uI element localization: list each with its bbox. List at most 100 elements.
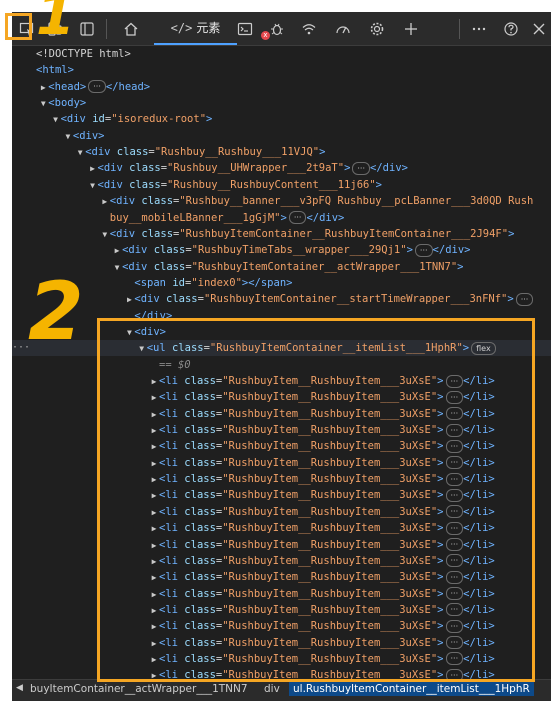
attribute-name: class xyxy=(141,227,174,240)
attribute-name: class xyxy=(141,195,174,208)
tag-token: <html> xyxy=(36,64,74,77)
dom-node-row[interactable]: ▶ <div class="Rushbuy__banner___v3pFQ Rus… xyxy=(12,193,551,209)
tag-token: > xyxy=(508,227,515,240)
tag-token: ></span> xyxy=(241,276,293,289)
dom-node-row[interactable]: <span id="index0"></span> xyxy=(12,275,551,291)
dom-node-row[interactable]: ▼ <div class="Rushbuy__Rushbuy___11VJQ"> xyxy=(12,144,551,160)
home-icon[interactable] xyxy=(120,18,142,40)
badge-pill[interactable]: ··· xyxy=(414,243,433,257)
badge-pill[interactable]: ··· xyxy=(352,161,371,175)
attribute-value: "RushbuyItemContainer__RushbuyItemContai… xyxy=(179,227,509,240)
attribute-value: "RushbuyItemContainer__actWrapper___1TNN… xyxy=(191,260,458,273)
tag-token: <head> xyxy=(48,80,87,93)
bug-icon[interactable] xyxy=(266,18,288,40)
badge-pill[interactable]: ··· xyxy=(88,80,106,94)
dom-node-row[interactable]: buy__mobileLBanner___1gGjM"> ··· </div> xyxy=(12,210,551,226)
annotation-label-1: 1 xyxy=(36,0,75,48)
tag-token: <div xyxy=(134,293,166,306)
tag-token: <div xyxy=(122,260,154,273)
tab-elements[interactable]: </> 元素 xyxy=(154,12,237,45)
tag-token: <div xyxy=(97,162,130,175)
tag-token: > xyxy=(280,211,287,224)
attribute-value: buy__mobileLBanner___1gGjM" xyxy=(109,211,281,224)
tag-token: <div> xyxy=(72,129,105,142)
attribute-value: "Rushbuy__UHWrapper___2t9aT" xyxy=(167,162,345,175)
attribute-value: "Rushbuy__Rushbuy___11VJQ" xyxy=(154,146,320,159)
dom-node-row[interactable]: ▼ <div class="RushbuyItemContainer__Rushb… xyxy=(12,226,551,242)
collapse-arrow-icon[interactable]: ▼ xyxy=(75,145,85,161)
dom-node-row[interactable]: ▼ <body> xyxy=(12,95,551,111)
tag-token: </div> xyxy=(306,211,345,224)
attribute-name: class xyxy=(129,178,161,191)
dom-node-row[interactable]: ▶ <div class="Rushbuy__UHWrapper___2t9aT"… xyxy=(12,160,551,176)
close-icon[interactable] xyxy=(528,18,550,40)
code-icon: </> xyxy=(170,20,193,35)
attribute-name: id xyxy=(92,113,105,126)
dom-node-row[interactable]: ▼ <div class="RushbuyItemContainer__actWr… xyxy=(12,259,551,275)
attribute-value: "RushbuyTimeTabs__wrapper___29Qj1" xyxy=(191,244,407,257)
console-icon[interactable] xyxy=(234,18,256,40)
expand-arrow-icon[interactable]: ▶ xyxy=(100,194,110,210)
attribute-name: class xyxy=(166,293,198,306)
tag-token: </div> xyxy=(370,162,408,175)
tag-token: <div xyxy=(85,146,117,159)
expand-arrow-icon[interactable]: ▶ xyxy=(124,292,134,308)
tag-token: <span xyxy=(134,276,173,289)
tag-token: > xyxy=(344,162,351,175)
more-icon[interactable] xyxy=(468,18,490,40)
attribute-value: "Rushbuy__RushbuyContent___11j66" xyxy=(167,178,376,191)
collapse-arrow-icon[interactable]: ▼ xyxy=(100,227,110,243)
badge-pill[interactable]: ··· xyxy=(288,211,307,224)
tag-token: </div> xyxy=(432,244,471,257)
tab-elements-label: 元素 xyxy=(196,21,221,35)
tag-token: <div xyxy=(97,178,130,191)
badge-pill[interactable]: ··· xyxy=(515,292,534,306)
attribute-value: "index0" xyxy=(191,276,242,289)
collapse-arrow-icon[interactable]: ▼ xyxy=(63,129,73,145)
collapse-arrow-icon[interactable]: ▼ xyxy=(88,178,98,194)
annotation-box-1 xyxy=(5,13,32,40)
dom-node-row[interactable]: ▼ <div> xyxy=(12,128,551,144)
expand-arrow-icon[interactable]: ▶ xyxy=(88,161,98,177)
annotation-box-2 xyxy=(97,318,535,682)
tag-token: <div xyxy=(60,113,93,126)
tag-token: <div xyxy=(109,227,142,240)
wifi-icon[interactable] xyxy=(298,18,320,40)
attribute-name: class xyxy=(153,244,186,257)
dom-node-row[interactable]: ▼ <div class="Rushbuy__RushbuyContent___1… xyxy=(12,177,551,193)
devtools-toolbar: </> 元素 x xyxy=(12,12,551,46)
attribute-value: "Rushbuy__banner___v3pFQ Rushbuy__pcLBan… xyxy=(179,195,534,208)
dom-node-row[interactable]: ▼ <div id="isoredux-root"> xyxy=(12,111,551,127)
settings-gear-icon[interactable] xyxy=(366,18,388,40)
expand-arrow-icon[interactable]: ▶ xyxy=(38,80,48,96)
help-icon[interactable] xyxy=(500,18,522,40)
dom-node-row[interactable]: ▶ <div class="RushbuyTimeTabs__wrapper___… xyxy=(12,242,551,258)
attribute-name: class xyxy=(129,162,161,175)
expand-arrow-icon[interactable]: ▶ xyxy=(112,243,122,259)
dom-node-row[interactable]: ▶ <div class="RushbuyItemContainer__start… xyxy=(12,291,551,307)
text-token: <!DOCTYPE html> xyxy=(36,48,131,60)
tag-token: > xyxy=(457,260,464,273)
breadcrumb-item[interactable]: buyItemContainer__actWrapper___1TNN7 xyxy=(30,683,248,695)
breadcrumb-scroll-left-icon[interactable]: ◀ xyxy=(16,683,23,693)
tag-token: > xyxy=(375,178,382,191)
collapse-arrow-icon[interactable]: ▼ xyxy=(51,112,61,128)
breadcrumb-item-selected[interactable]: ul.RushbuyItemContainer__itemList___1Hph… xyxy=(289,682,534,696)
breadcrumb: ◀ buyItemContainer__actWrapper___1TNN7 d… xyxy=(12,679,551,701)
tag-token: > xyxy=(206,113,213,126)
dom-node-row[interactable]: <!DOCTYPE html> xyxy=(12,46,551,62)
collapse-arrow-icon[interactable]: ▼ xyxy=(38,96,48,112)
breadcrumb-item[interactable]: div xyxy=(264,683,280,695)
tag-token: <div xyxy=(122,244,154,257)
plus-icon[interactable] xyxy=(400,18,422,40)
collapse-arrow-icon[interactable]: ▼ xyxy=(112,260,122,276)
tag-token: > xyxy=(406,244,413,257)
dom-node-row[interactable]: <html> xyxy=(12,62,551,78)
sidebar-icon[interactable] xyxy=(76,18,98,40)
attribute-name: id xyxy=(172,276,185,289)
performance-icon[interactable] xyxy=(332,18,354,40)
attribute-value: "RushbuyItemContainer__startTimeWrapper_… xyxy=(203,293,508,306)
attribute-name: class xyxy=(153,260,186,273)
dom-node-row[interactable]: ▶ <head> ··· </head> xyxy=(12,79,551,95)
attribute-name: class xyxy=(116,146,149,159)
